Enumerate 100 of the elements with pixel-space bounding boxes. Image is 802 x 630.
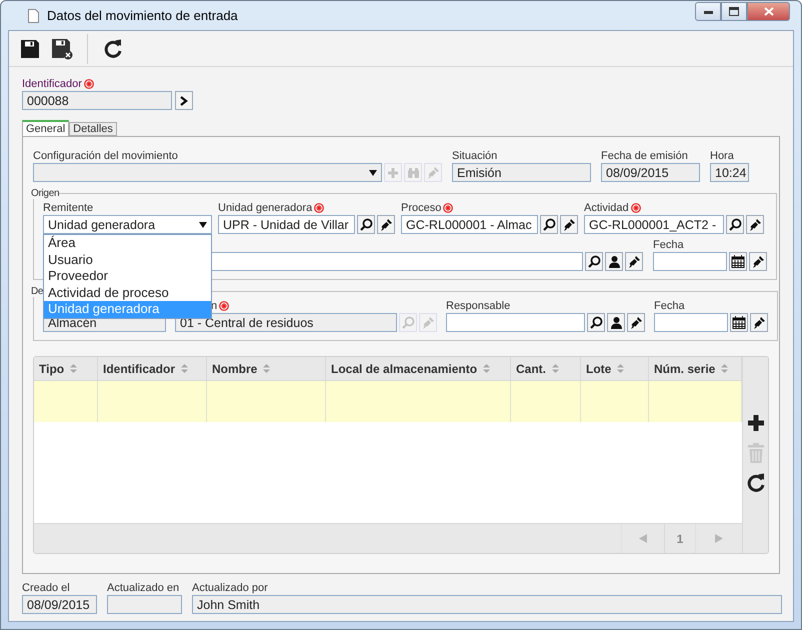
column-header[interactable]: Tipo — [34, 357, 98, 380]
clear-button[interactable] — [377, 215, 395, 234]
sort-icon — [181, 364, 188, 373]
field-label: Identificador — [22, 78, 82, 90]
close-button[interactable] — [747, 2, 790, 21]
calendar-icon — [731, 255, 745, 268]
refresh-icon — [746, 473, 766, 493]
brush-icon — [562, 218, 576, 231]
column-header[interactable]: Cant. — [511, 357, 581, 380]
search-icon — [402, 316, 414, 329]
caret-icon — [199, 222, 207, 228]
field-label: Situación — [452, 150, 498, 162]
caret-icon — [369, 170, 377, 176]
dropdown-field[interactable] — [33, 163, 382, 182]
save-close-icon — [51, 38, 73, 60]
plus-icon — [387, 166, 399, 178]
left-triangle-icon — [639, 534, 647, 543]
group-legend: De — [31, 286, 44, 297]
field-label: Hora — [710, 150, 734, 162]
sort-icon — [721, 364, 728, 373]
search-icon — [588, 255, 600, 268]
clear-button[interactable] — [625, 252, 643, 271]
input-field[interactable]: GC-RL000001_ACT2 - — [584, 215, 724, 234]
clear-button[interactable] — [750, 313, 768, 332]
brush-icon — [422, 316, 434, 329]
sort-icon — [617, 364, 624, 373]
dropdown-field[interactable]: Unidad generadora — [43, 215, 212, 234]
save-icon — [20, 38, 40, 58]
column-header[interactable]: Lote — [581, 357, 649, 380]
input-field[interactable] — [654, 313, 728, 332]
clear-button[interactable] — [560, 215, 578, 234]
calendar-button[interactable] — [730, 313, 748, 332]
input-field[interactable] — [446, 313, 585, 332]
search-icon — [728, 218, 742, 231]
input-field[interactable]: UPR - Unidad de Villar — [218, 215, 355, 234]
search-icon — [360, 218, 372, 231]
input-field[interactable]: 08/09/2015 — [601, 163, 700, 182]
binoculars-icon — [406, 166, 420, 178]
input-field[interactable] — [107, 595, 182, 614]
sort-icon — [483, 364, 490, 373]
field-label: Creado el — [22, 582, 70, 594]
clear-button[interactable] — [746, 215, 764, 234]
user-button[interactable] — [607, 313, 625, 332]
sort-icon — [70, 364, 78, 373]
search-icon — [590, 316, 602, 329]
user-icon — [610, 316, 622, 329]
field-label: Proceso — [401, 202, 442, 214]
brush-icon — [628, 255, 640, 268]
trash-icon — [746, 443, 764, 463]
column-header[interactable]: Nombre — [207, 357, 326, 380]
close-icon — [764, 7, 774, 16]
column-header[interactable]: Identificador — [98, 357, 207, 380]
field-label: Fecha de emisión — [601, 150, 688, 162]
brush-icon — [752, 316, 766, 329]
minimize-button[interactable] — [695, 2, 721, 21]
search-button[interactable] — [587, 313, 605, 332]
document-icon — [28, 8, 39, 22]
field-label: Fecha — [654, 300, 685, 312]
maximize-icon — [729, 7, 739, 16]
tab[interactable]: Detalles — [69, 122, 117, 136]
maximize-button[interactable] — [721, 2, 747, 21]
clear-button[interactable] — [749, 252, 767, 271]
search-button[interactable] — [357, 215, 375, 234]
input-field[interactable]: 000088 — [22, 91, 172, 110]
search-button[interactable] — [540, 215, 558, 234]
clear-button[interactable] — [627, 313, 645, 332]
sort-icon — [263, 364, 270, 373]
search-button[interactable] — [726, 215, 744, 234]
field-label: Remitente — [43, 202, 94, 214]
search-icon — [542, 218, 556, 231]
minimize-icon — [704, 10, 712, 14]
user-button[interactable] — [605, 252, 623, 271]
input-field[interactable]: John Smith — [192, 595, 782, 614]
next-button[interactable] — [175, 91, 193, 110]
brush-icon — [748, 218, 762, 231]
field-label: Actividad — [584, 202, 629, 214]
field-label: Responsable — [446, 300, 510, 312]
field-label: Configuración del movimiento — [33, 150, 178, 162]
field-label: n — [211, 300, 218, 312]
field-label: Unidad generadora — [218, 202, 312, 214]
input-field[interactable]: GC-RL000001 - Almac — [401, 215, 538, 234]
sort-icon — [552, 364, 559, 373]
brush-icon — [752, 255, 764, 268]
calendar-button[interactable] — [729, 252, 747, 271]
search-button[interactable] — [585, 252, 603, 271]
field-label: Fecha — [653, 238, 684, 250]
window-title: Datos del movimiento de entrada — [47, 8, 238, 23]
tab[interactable]: General — [22, 120, 70, 136]
column-header[interactable]: Local de almacenamiento — [326, 357, 511, 380]
field-label: Actualizado en — [107, 582, 180, 594]
brush-icon — [380, 218, 392, 231]
brush-icon — [630, 316, 642, 329]
input-field[interactable] — [653, 252, 727, 271]
user-icon — [608, 255, 620, 268]
input-field[interactable]: Emisión — [452, 163, 591, 182]
input-field[interactable]: 08/09/2015 — [22, 595, 97, 614]
calendar-icon — [732, 316, 746, 329]
field-label: Actualizado por — [192, 582, 268, 594]
right-triangle-icon — [715, 534, 723, 543]
input-field[interactable]: 10:24 — [710, 163, 749, 182]
